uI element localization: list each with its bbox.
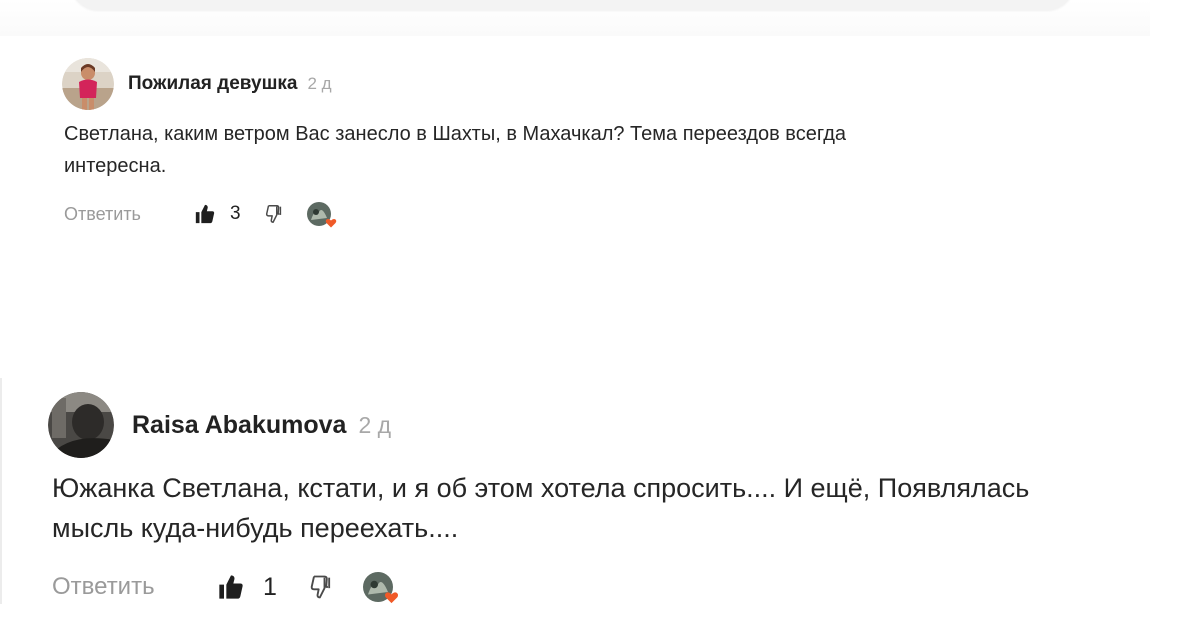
user-avatar[interactable] — [62, 58, 114, 110]
reply-button[interactable]: Ответить — [52, 573, 217, 601]
comment-divider — [0, 378, 2, 604]
reply-button[interactable]: Ответить — [64, 204, 194, 225]
comment-actions: Ответить 1 — [52, 570, 1150, 604]
comment-author[interactable]: Пожилая девушка — [128, 73, 297, 95]
comment-actions: Ответить 3 — [64, 200, 1142, 228]
comment-input-area — [0, 0, 1150, 36]
comments-page: Пожилая девушка 2 д Светлана, каким ветр… — [0, 0, 1200, 635]
like-count: 1 — [263, 572, 277, 601]
comment-time: 2 д — [307, 74, 332, 93]
comment-author[interactable]: Raisa Abakumova — [132, 411, 346, 440]
comment-header: Raisa Abakumova 2 д — [48, 392, 1150, 458]
dislike-button[interactable] — [263, 203, 285, 225]
thumbs-up-icon — [195, 204, 215, 224]
comment-text-line: Южанка Светлана, кстати, и я об этом хот… — [52, 473, 1030, 503]
dislike-button[interactable] — [307, 573, 335, 601]
reactions-avatar[interactable] — [362, 572, 398, 604]
thumbs-up-icon — [219, 575, 243, 599]
comment-time: 2 д — [358, 411, 392, 438]
reactions-avatar[interactable] — [306, 202, 336, 228]
comment-item: Raisa Abakumova 2 д Южанка Светлана, кст… — [48, 392, 1150, 604]
like-count: 3 — [230, 203, 241, 224]
thumbs-down-icon — [310, 575, 331, 599]
heart-icon — [325, 218, 336, 228]
comment-input-field[interactable] — [70, 0, 1075, 10]
like-button[interactable] — [217, 573, 245, 601]
comment-header: Пожилая девушка 2 д — [62, 58, 1142, 110]
user-avatar[interactable] — [48, 392, 114, 458]
like-button[interactable] — [194, 203, 216, 225]
thumbs-down-icon — [265, 205, 281, 223]
comment-item: Пожилая девушка 2 д Светлана, каким ветр… — [62, 58, 1142, 228]
comment-text: Южанка Светлана, кстати, и я об этом хот… — [52, 468, 1150, 548]
heart-icon — [384, 592, 398, 604]
comment-text: Светлана, каким ветром Вас занесло в Шах… — [64, 123, 847, 177]
page-edge — [1150, 0, 1200, 635]
comment-text-line: мысль куда-нибудь переехать.... — [52, 513, 459, 543]
